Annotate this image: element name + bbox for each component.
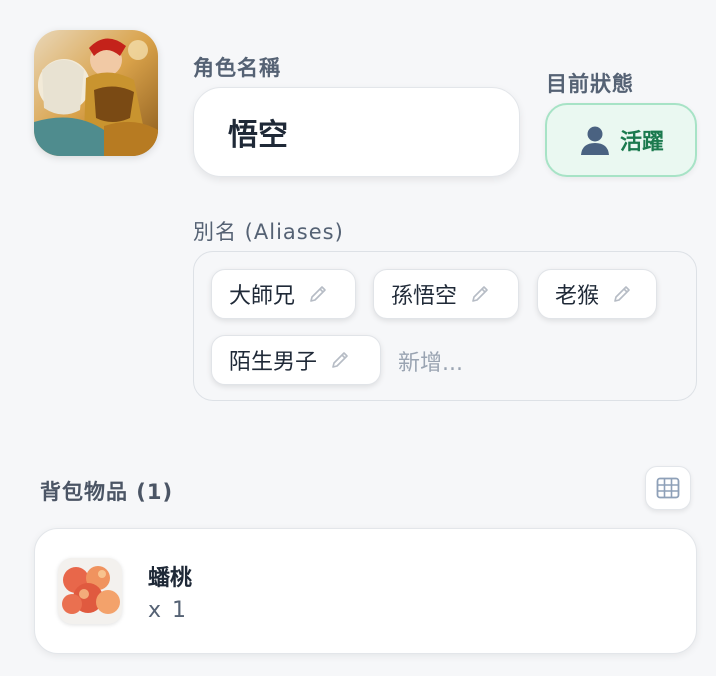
item-name: 蟠桃 [148,566,193,591]
alias-chip-label: 陌生男子 [229,350,318,375]
grid-view-button[interactable] [645,466,691,510]
alias-chip[interactable]: 大師兄 [211,269,356,319]
alias-chip-label: 孫悟空 [391,284,458,309]
item-quantity: x 1 [148,598,189,623]
alias-add-input[interactable]: 新增... [398,345,463,377]
inventory-item-card[interactable] [34,528,697,654]
alias-chip-label: 老猴 [555,284,600,309]
character-detail-page: 角色名稱 悟空 目前狀態 活躍 別名 (Aliases) 大師兄 孫悟空 老猴 … [0,0,716,676]
character-portrait-image [34,30,158,156]
inventory-title: 背包物品 (1) [40,480,174,504]
name-label: 角色名稱 [193,56,281,80]
pencil-icon[interactable] [611,283,633,305]
pencil-icon[interactable] [469,283,491,305]
character-avatar[interactable] [34,30,158,156]
pencil-icon[interactable] [307,283,329,305]
peach-image [58,558,122,624]
pencil-icon[interactable] [329,349,351,371]
aliases-label: 別名 (Aliases) [193,220,344,244]
alias-chip[interactable]: 老猴 [537,269,657,319]
alias-chip[interactable]: 孫悟空 [373,269,519,319]
alias-chip[interactable]: 陌生男子 [211,335,381,385]
alias-chip-label: 大師兄 [229,284,296,309]
character-name-value: 悟空 [228,118,288,153]
status-label: 目前狀態 [546,72,634,96]
person-icon [580,126,609,155]
character-name-field[interactable]: 悟空 [193,87,520,177]
grid-icon [656,477,680,499]
status-badge[interactable]: 活躍 [545,103,697,177]
status-value: 活躍 [619,130,664,155]
